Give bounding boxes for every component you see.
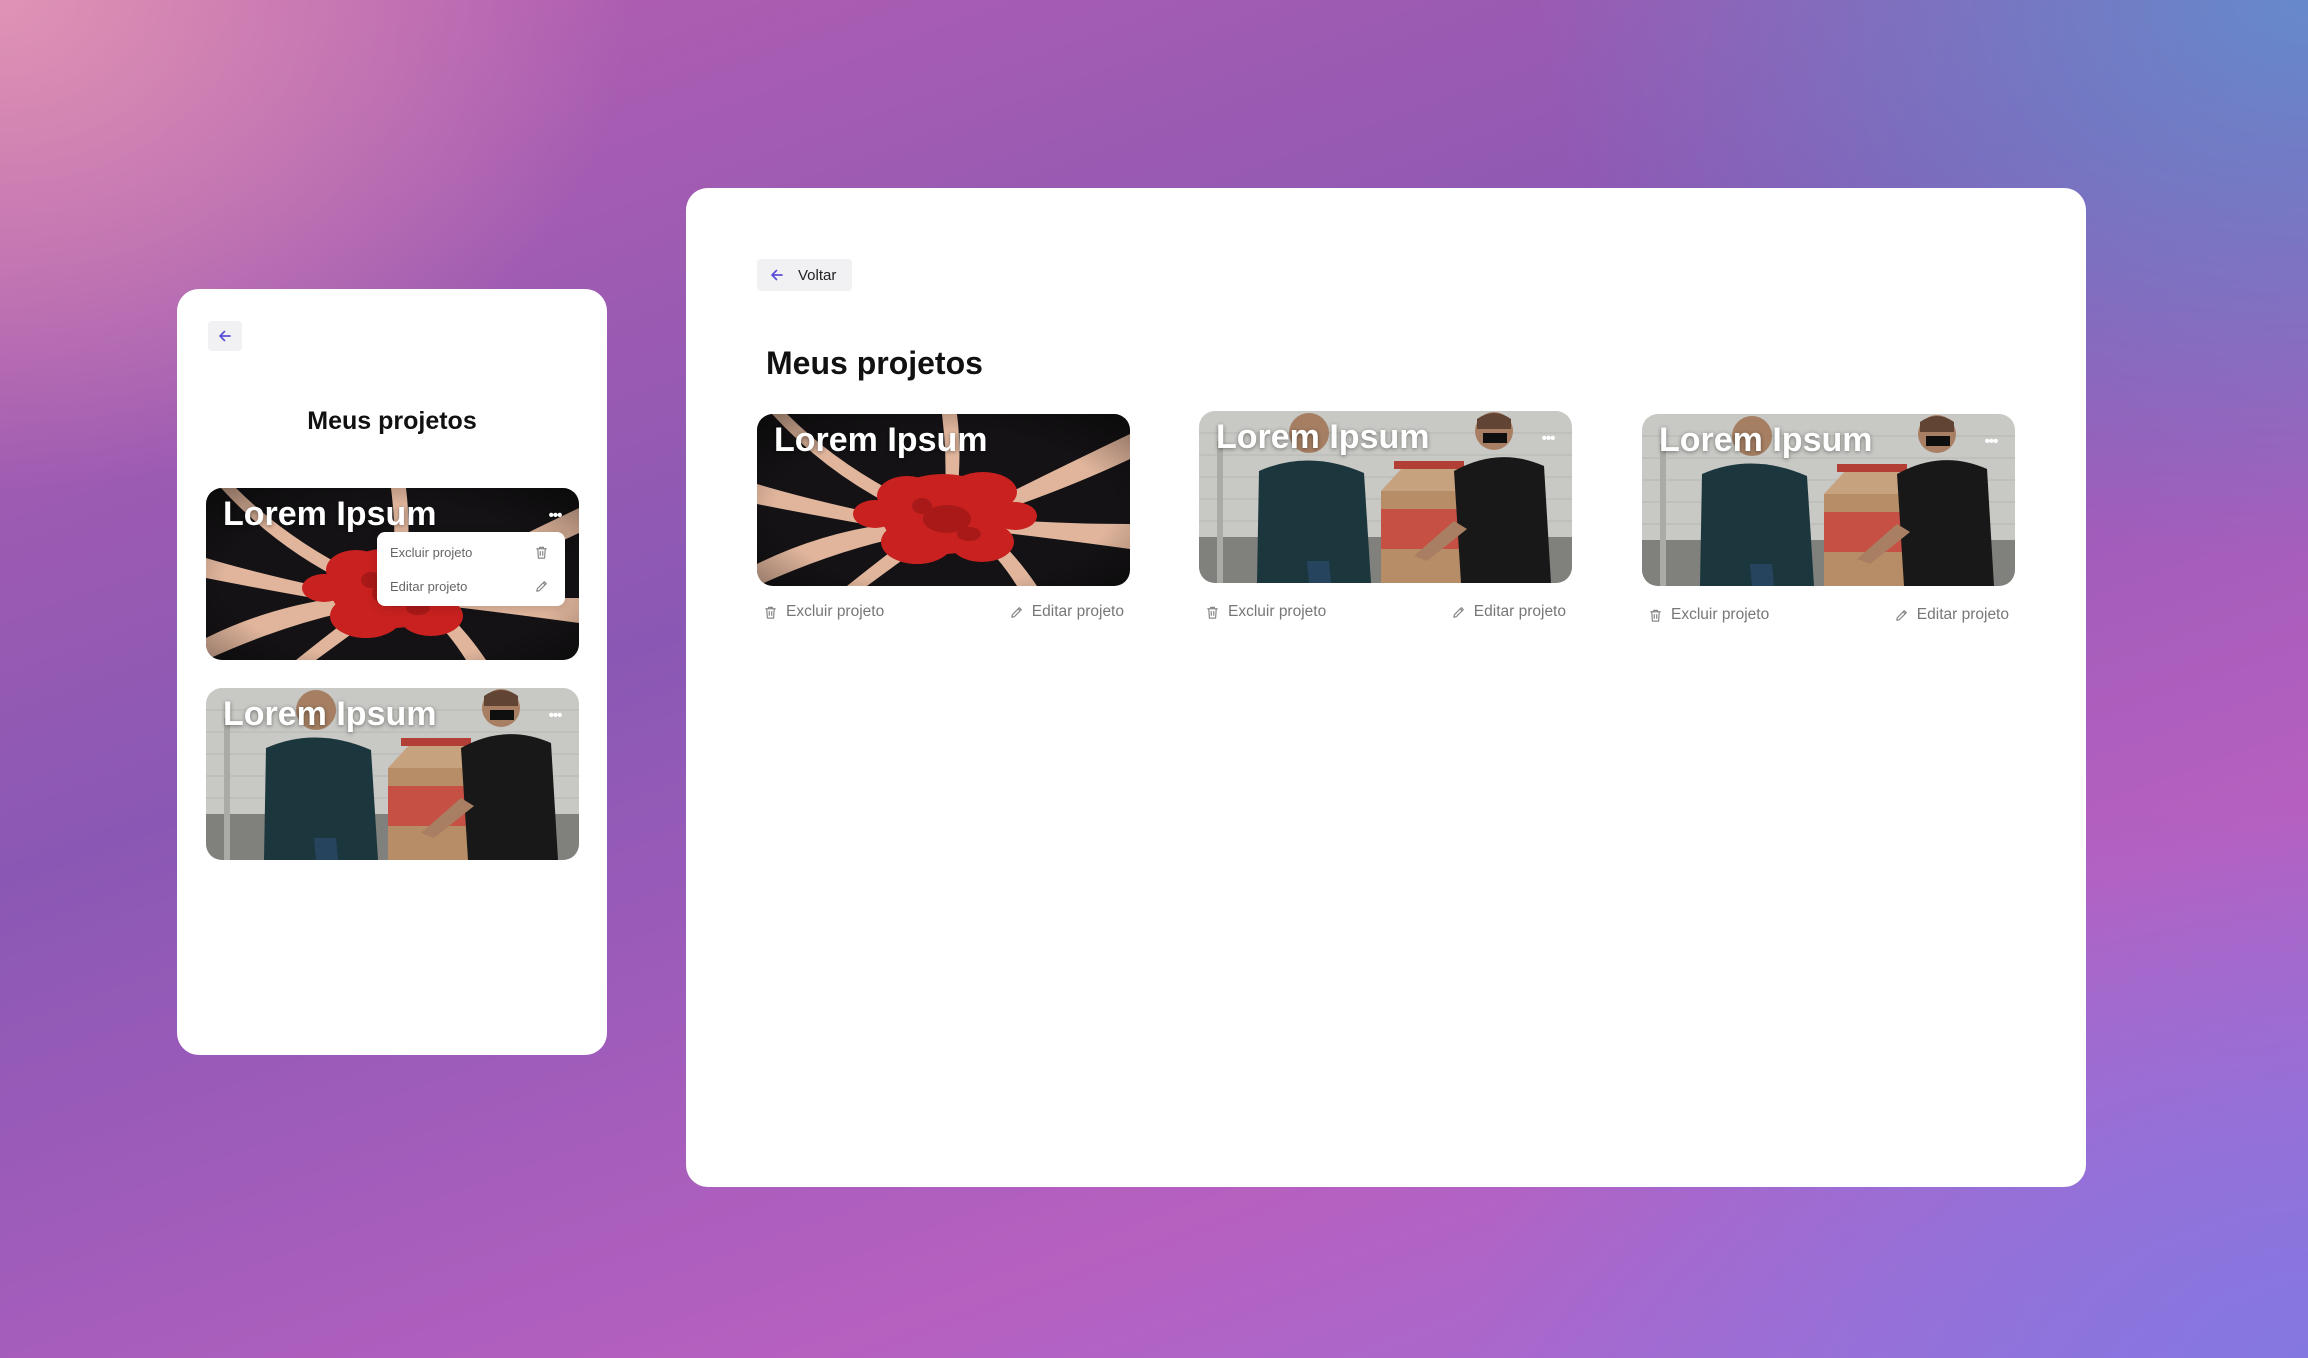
pencil-icon [1451, 605, 1466, 620]
delete-project-button[interactable]: Excluir projeto [1205, 603, 1326, 621]
more-options-icon[interactable]: ••• [1536, 431, 1560, 446]
trash-icon [763, 605, 778, 620]
page-title: Meus projetos [766, 345, 983, 381]
mobile-screen: Meus projetos Lorem Ipsum ••• Lorem Ipsu… [177, 289, 607, 1055]
delete-project-button[interactable]: Excluir projeto [763, 603, 884, 621]
delete-project-label: Excluir projeto [1228, 603, 1327, 620]
project-context-menu: Excluir projeto Editar projeto [377, 532, 565, 606]
back-button[interactable]: Voltar [757, 259, 853, 291]
project-card[interactable]: Lorem Ipsum ••• [206, 688, 579, 860]
back-button-label: Voltar [798, 266, 837, 284]
project-item: Lorem Ipsum Excluir projeto Editar proje… [757, 414, 1130, 620]
menu-item-label: Excluir projeto [390, 544, 473, 560]
project-item: Lorem Ipsum ••• Excluir projeto Editar p… [1642, 414, 2015, 623]
project-title: Lorem Ipsum [1659, 421, 1873, 459]
delete-project-label: Excluir projeto [1671, 606, 1770, 623]
project-card[interactable]: Lorem Ipsum ••• [1199, 411, 1572, 583]
edit-project-button[interactable]: Editar projeto [1009, 603, 1124, 621]
more-options-icon[interactable]: ••• [543, 708, 567, 723]
more-options-icon[interactable]: ••• [1979, 434, 2003, 449]
trash-icon [534, 545, 549, 560]
desktop-screen: Voltar Meus projetos Lorem Ipsum Excluir… [686, 188, 2086, 1187]
delete-project-menu-item[interactable]: Excluir projeto [377, 535, 565, 569]
project-card[interactable]: Lorem Ipsum [757, 414, 1130, 586]
menu-item-label: Editar projeto [390, 578, 468, 594]
project-card[interactable]: Lorem Ipsum ••• [1642, 414, 2015, 586]
arrow-left-icon [769, 267, 785, 283]
project-item: Lorem Ipsum ••• Excluir projeto Editar p… [1199, 411, 1572, 620]
edit-project-button[interactable]: Editar projeto [1894, 606, 2009, 624]
back-button[interactable] [208, 321, 242, 351]
edit-project-label: Editar projeto [1473, 603, 1566, 620]
arrow-left-icon [217, 328, 233, 344]
edit-project-button[interactable]: Editar projeto [1451, 603, 1566, 621]
pencil-icon [1009, 605, 1024, 620]
edit-project-label: Editar projeto [1031, 603, 1124, 620]
pencil-icon [534, 579, 549, 594]
project-title: Lorem Ipsum [1216, 418, 1430, 456]
page-title: Meus projetos [307, 407, 477, 435]
project-actions: Excluir projeto Editar projeto [1199, 600, 1572, 624]
project-actions: Excluir projeto Editar projeto [1642, 603, 2015, 627]
pencil-icon [1894, 608, 1909, 623]
edit-project-menu-item[interactable]: Editar projeto [377, 569, 565, 603]
project-title: Lorem Ipsum [223, 695, 437, 733]
trash-icon [1205, 605, 1220, 620]
trash-icon [1648, 608, 1663, 623]
project-title: Lorem Ipsum [774, 421, 988, 459]
delete-project-button[interactable]: Excluir projeto [1648, 606, 1769, 624]
more-options-icon[interactable]: ••• [543, 508, 567, 523]
project-title: Lorem Ipsum [223, 495, 437, 533]
project-actions: Excluir projeto Editar projeto [757, 600, 1130, 624]
edit-project-label: Editar projeto [1916, 606, 2009, 623]
delete-project-label: Excluir projeto [786, 603, 885, 620]
